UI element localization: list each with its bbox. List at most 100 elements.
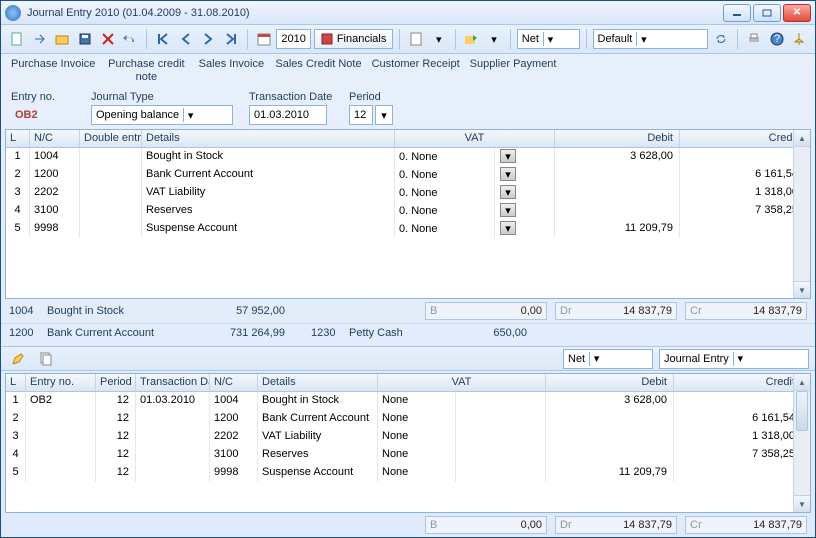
- last-icon[interactable]: [221, 28, 241, 50]
- grid-cell[interactable]: [456, 446, 546, 464]
- grid-cell[interactable]: 1: [6, 148, 30, 166]
- grid-cell[interactable]: 3: [6, 184, 30, 202]
- grid-cell[interactable]: 12: [96, 410, 136, 428]
- column-header[interactable]: Transaction Da: [136, 374, 210, 392]
- grid-cell[interactable]: 3100: [210, 446, 258, 464]
- column-header[interactable]: N/C: [30, 130, 80, 148]
- grid-cell[interactable]: 0. None: [395, 148, 495, 166]
- column-header[interactable]: Double entry: [80, 130, 142, 148]
- grid-cell[interactable]: 1 318,00: [674, 428, 802, 446]
- scroll-down-icon[interactable]: ▼: [794, 495, 810, 512]
- cat-supplier-payment[interactable]: Supplier Payment: [470, 58, 557, 71]
- scroll-thumb[interactable]: [796, 391, 808, 431]
- grid-cell[interactable]: [136, 410, 210, 428]
- grid-cell[interactable]: [80, 202, 142, 220]
- first-icon[interactable]: [153, 28, 173, 50]
- grid-cell[interactable]: 3 628,00: [555, 148, 680, 166]
- export-icon[interactable]: [462, 28, 482, 50]
- scroll-up-icon[interactable]: ▲: [794, 130, 810, 147]
- grid-cell[interactable]: 4: [6, 446, 26, 464]
- grid-cell[interactable]: [80, 220, 142, 238]
- column-header[interactable]: Debit: [555, 130, 680, 148]
- period-dropdown[interactable]: ▾: [375, 105, 393, 125]
- prev-icon[interactable]: [176, 28, 196, 50]
- grid-cell[interactable]: OB2: [26, 392, 96, 410]
- grid-cell[interactable]: Suspense Account: [142, 220, 395, 238]
- grid-cell[interactable]: 1004: [30, 148, 80, 166]
- grid-cell[interactable]: 6 161,54: [680, 166, 805, 184]
- cat-customer-receipt[interactable]: Customer Receipt: [372, 58, 460, 71]
- grid-cell[interactable]: None: [378, 410, 456, 428]
- grid-cell[interactable]: 0. None: [395, 202, 495, 220]
- cat-purchase-credit[interactable]: Purchase credit note: [105, 58, 187, 84]
- grid-cell[interactable]: [674, 392, 802, 410]
- filter-net-dropdown[interactable]: Net▾: [563, 349, 653, 369]
- column-header[interactable]: L: [6, 374, 26, 392]
- grid-cell[interactable]: 1200: [210, 410, 258, 428]
- default-dropdown[interactable]: Default▾: [593, 29, 709, 49]
- grid-cell[interactable]: 2: [6, 410, 26, 428]
- grid-cell[interactable]: 6 161,54: [674, 410, 802, 428]
- import-icon[interactable]: [30, 28, 50, 50]
- grid-cell[interactable]: [456, 410, 546, 428]
- grid-cell[interactable]: 4: [6, 202, 30, 220]
- grid-cell[interactable]: 2202: [30, 184, 80, 202]
- grid-cell[interactable]: 11 209,79: [555, 220, 680, 238]
- copy-icon[interactable]: [35, 348, 57, 370]
- column-header[interactable]: VAT: [395, 130, 555, 148]
- pin-icon[interactable]: [789, 28, 809, 50]
- year-input[interactable]: 2010: [276, 29, 310, 49]
- grid-cell[interactable]: [26, 428, 96, 446]
- grid-cell[interactable]: [546, 446, 674, 464]
- print-icon[interactable]: [744, 28, 764, 50]
- grid-cell[interactable]: [546, 428, 674, 446]
- vat-dropdown[interactable]: ▾: [495, 148, 555, 166]
- grid-cell[interactable]: 1 318,00: [680, 184, 805, 202]
- grid-cell[interactable]: VAT Liability: [142, 184, 395, 202]
- txn-date-input[interactable]: 01.03.2010: [249, 105, 327, 125]
- grid-cell[interactable]: Suspense Account: [258, 464, 378, 482]
- grid-cell[interactable]: [674, 464, 802, 482]
- column-header[interactable]: Credit: [680, 130, 805, 148]
- scrollbar[interactable]: ▲ ▼: [793, 130, 810, 298]
- cat-sales-credit[interactable]: Sales Credit Note: [275, 58, 361, 71]
- grid-cell[interactable]: [555, 202, 680, 220]
- grid-cell[interactable]: 7 358,25: [674, 446, 802, 464]
- grid-cell[interactable]: [136, 428, 210, 446]
- grid-cell[interactable]: [26, 464, 96, 482]
- column-header[interactable]: Details: [142, 130, 395, 148]
- scroll-down-icon[interactable]: ▼: [794, 281, 810, 298]
- grid-cell[interactable]: 9998: [30, 220, 80, 238]
- grid-cell[interactable]: [80, 166, 142, 184]
- grid-cell[interactable]: 2: [6, 166, 30, 184]
- grid-cell[interactable]: [555, 184, 680, 202]
- grid-cell[interactable]: [456, 392, 546, 410]
- grid-cell[interactable]: 12: [96, 392, 136, 410]
- grid-cell[interactable]: 3: [6, 428, 26, 446]
- grid-cell[interactable]: 1200: [30, 166, 80, 184]
- column-header[interactable]: Entry no.: [26, 374, 96, 392]
- close-button[interactable]: ✕: [783, 4, 811, 22]
- column-header[interactable]: L: [6, 130, 30, 148]
- help-icon[interactable]: ?: [767, 28, 787, 50]
- maximize-button[interactable]: [753, 4, 781, 22]
- grid-cell[interactable]: 7 358,25: [680, 202, 805, 220]
- document-icon[interactable]: [406, 28, 426, 50]
- grid-cell[interactable]: Bank Current Account: [142, 166, 395, 184]
- grid-cell[interactable]: [680, 148, 805, 166]
- grid-cell[interactable]: 1004: [210, 392, 258, 410]
- grid-cell[interactable]: Bought in Stock: [142, 148, 395, 166]
- grid-cell[interactable]: 01.03.2010: [136, 392, 210, 410]
- grid-cell[interactable]: VAT Liability: [258, 428, 378, 446]
- journal-type-dropdown[interactable]: Opening balance▾: [91, 105, 233, 125]
- save-icon[interactable]: [75, 28, 95, 50]
- chevron-down-icon[interactable]: ▾: [484, 28, 504, 50]
- grid-cell[interactable]: 5: [6, 464, 26, 482]
- open-icon[interactable]: [52, 28, 72, 50]
- grid-cell[interactable]: 12: [96, 464, 136, 482]
- scrollbar[interactable]: ▲ ▼: [793, 374, 810, 512]
- grid-cell[interactable]: 0. None: [395, 220, 495, 238]
- filter-journal-dropdown[interactable]: Journal Entry▾: [659, 349, 809, 369]
- grid-cell[interactable]: None: [378, 392, 456, 410]
- grid-cell[interactable]: 5: [6, 220, 30, 238]
